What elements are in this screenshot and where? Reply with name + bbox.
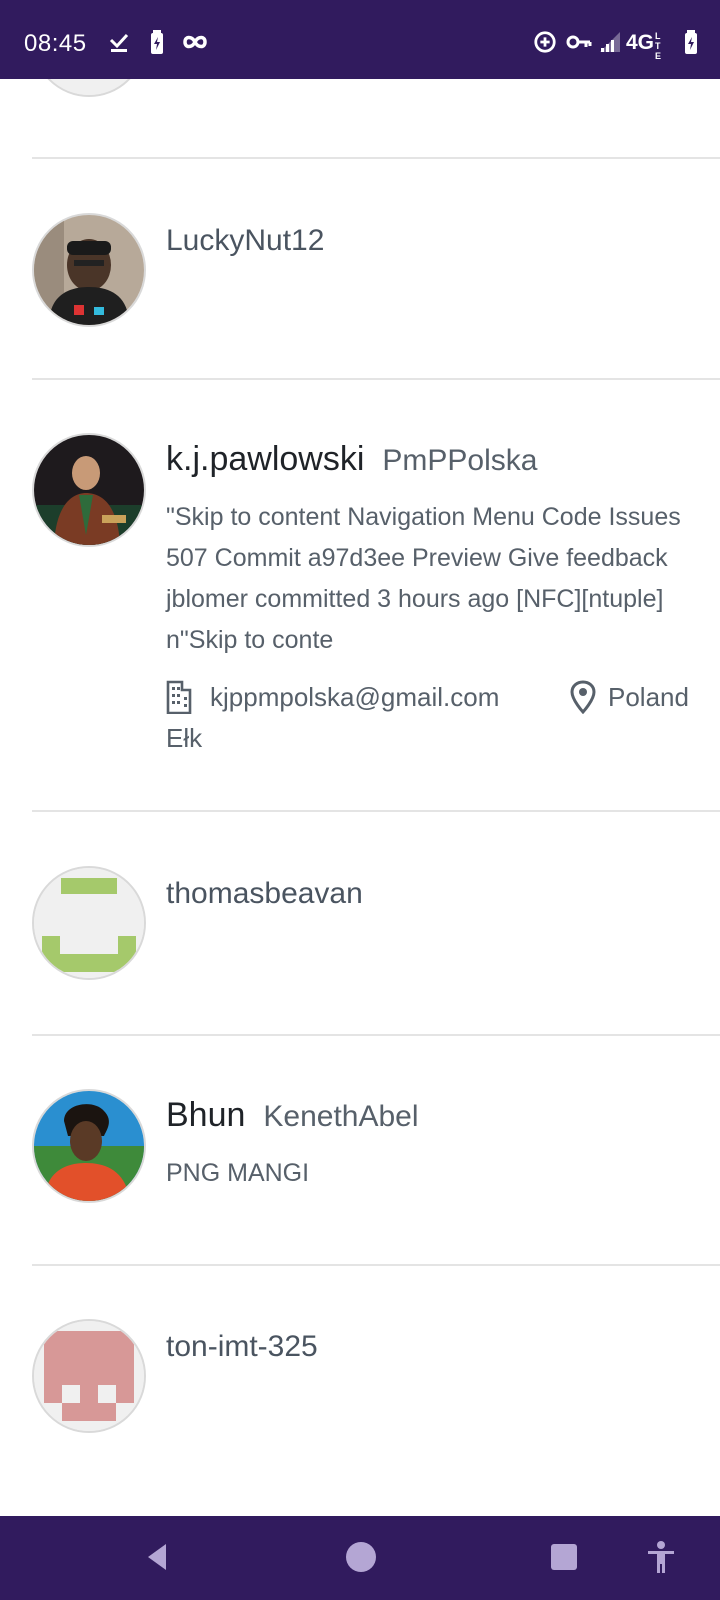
battery-icon	[685, 30, 697, 54]
user-name[interactable]: Bhun KenethAbel	[166, 1096, 419, 1135]
user-location: Poland	[608, 682, 689, 712]
avatar[interactable]	[32, 79, 146, 97]
user-display-name[interactable]: Bhun	[166, 1096, 245, 1134]
avatar[interactable]	[32, 433, 146, 547]
network-label: 4GLTE	[626, 31, 662, 61]
accessibility-icon[interactable]	[646, 1540, 676, 1574]
user-bio: PNG MANGI	[166, 1159, 310, 1187]
battery-saver-icon	[151, 30, 163, 54]
user-list[interactable]: LuckyNut12 k.j.pawlowski PmPPolska "Skip …	[0, 79, 720, 1516]
signal-icon	[600, 32, 620, 52]
location-pin-icon	[570, 680, 596, 714]
divider	[32, 1034, 720, 1036]
user-login[interactable]: KenethAbel	[263, 1100, 418, 1133]
user-login[interactable]: ton-imt-325	[166, 1330, 318, 1364]
avatar[interactable]	[32, 1319, 146, 1433]
user-login[interactable]: LuckyNut12	[166, 224, 324, 258]
data-saver-icon	[534, 31, 556, 53]
divider	[32, 378, 720, 380]
user-location-city: Ełk	[166, 723, 203, 753]
status-time: 08:45	[24, 30, 87, 57]
user-login[interactable]: PmPPolska	[382, 444, 537, 477]
vpn-key-icon	[566, 35, 592, 49]
recents-icon[interactable]	[548, 1540, 578, 1574]
user-login[interactable]: thomasbeavan	[166, 877, 363, 911]
divider	[32, 810, 720, 812]
infinity-icon	[183, 35, 207, 49]
user-bio: "Skip to content Navigation Menu Code Is…	[166, 503, 681, 654]
user-company: kjppmpolska@gmail.com	[210, 682, 500, 712]
user-display-name[interactable]: k.j.pawlowski	[166, 440, 364, 478]
check-download-icon	[109, 33, 129, 52]
avatar[interactable]	[32, 866, 146, 980]
building-icon	[166, 680, 192, 714]
back-icon[interactable]	[142, 1540, 172, 1574]
avatar[interactable]	[32, 1089, 146, 1203]
home-icon[interactable]	[344, 1540, 378, 1574]
avatar[interactable]	[32, 213, 146, 327]
status-bar: 08:45 4GLTE	[0, 0, 720, 79]
user-name[interactable]: k.j.pawlowski PmPPolska	[166, 440, 537, 479]
divider	[32, 1264, 720, 1266]
divider	[32, 157, 720, 159]
